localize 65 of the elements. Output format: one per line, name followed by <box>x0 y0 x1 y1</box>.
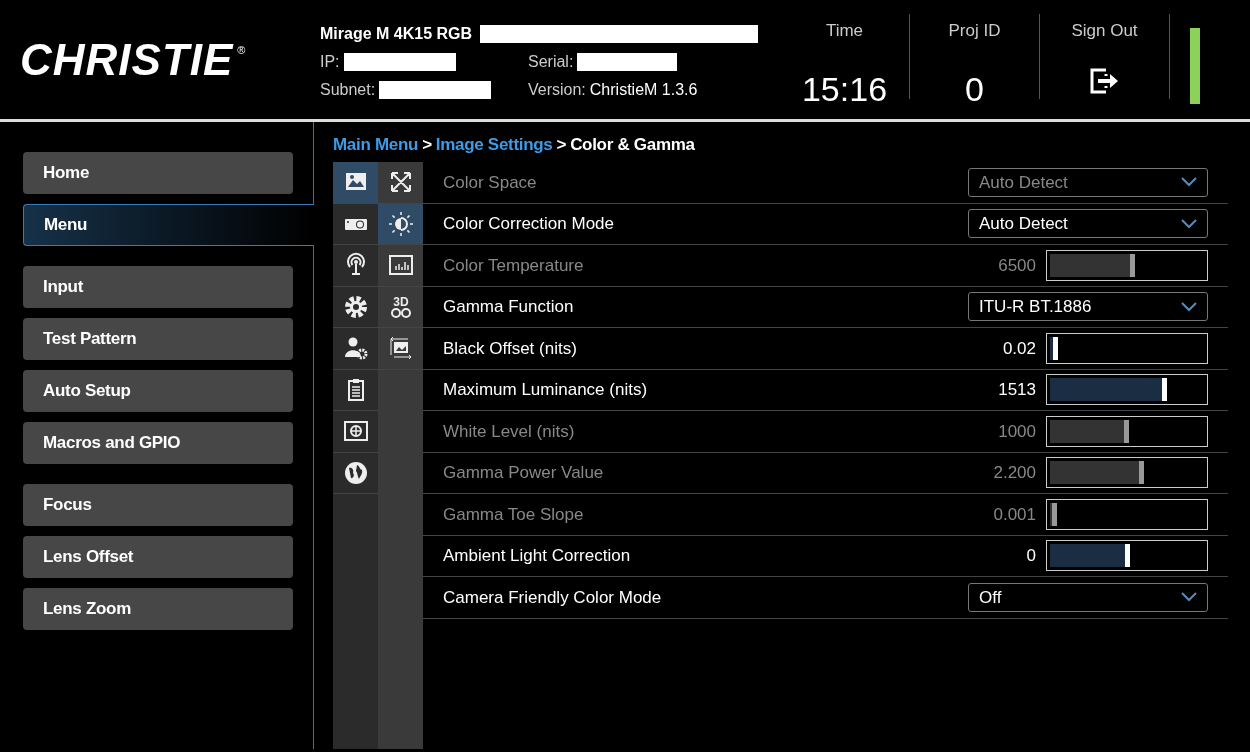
chevron-down-icon <box>1181 592 1197 603</box>
picture-arrows-icon <box>387 335 414 362</box>
slider-track[interactable] <box>1046 374 1208 406</box>
field-label: IP: <box>320 52 340 72</box>
breadcrumb-link[interactable]: Main Menu <box>333 135 419 154</box>
dropdown-field[interactable]: Off <box>968 582 1208 612</box>
setting-label: Camera Friendly Color Mode <box>443 586 663 609</box>
logo: CHRISTIE <box>20 37 234 82</box>
setting-label: Gamma Toe Slope <box>443 503 585 526</box>
slider-track[interactable] <box>1046 332 1208 364</box>
setting-value: 1000 <box>997 420 1036 443</box>
sidebar-item[interactable]: Lens Zoom <box>23 588 293 630</box>
sidebar-item[interactable]: Input <box>23 266 293 308</box>
breadcrumb-link[interactable]: Image Settings <box>435 135 553 154</box>
setting-value: 2.200 <box>992 462 1036 484</box>
setting-label: Color Space <box>443 171 538 194</box>
sign-out-icon <box>1089 67 1120 94</box>
model-name: Mirage M 4K15 RGB <box>320 24 473 44</box>
setting-label: Black Offset (nits) <box>443 337 578 360</box>
chevron-down-icon <box>1181 218 1197 229</box>
sidebar-item[interactable]: Focus <box>23 484 293 526</box>
field-label: Serial: <box>528 52 574 72</box>
setting-value: 1513 <box>997 379 1036 401</box>
sidebar-item[interactable]: Macros and GPIO <box>23 422 293 464</box>
registered-mark: ® <box>237 43 246 58</box>
dropdown-field[interactable]: Auto Detect <box>968 209 1208 239</box>
sidebar-item[interactable]: Menu <box>23 204 314 246</box>
setting-label: Gamma Power Value <box>443 462 605 484</box>
chevron-down-icon <box>1181 177 1197 188</box>
sidebar-item[interactable]: Lens Offset <box>23 536 293 578</box>
stat-value: 15:16 <box>801 68 888 110</box>
dropdown-field[interactable]: ITU-R BT.1886 <box>968 292 1208 322</box>
sidebar-item[interactable]: Home <box>23 152 293 194</box>
gear-icon <box>342 293 369 320</box>
globe-icon <box>342 459 369 486</box>
field-label: Version: <box>528 80 586 100</box>
setting-label: Gamma Function <box>443 296 575 318</box>
stat-label: Time <box>825 20 864 42</box>
sign-out-button[interactable] <box>1089 67 1120 94</box>
stat-label: Proj ID <box>948 20 1001 42</box>
sidebar-item[interactable]: Auto Setup <box>23 370 293 412</box>
field-label: Subnet: <box>320 80 376 100</box>
category-tab[interactable] <box>378 203 423 245</box>
stat-value: 0 <box>965 68 984 110</box>
category-tab[interactable] <box>333 162 378 204</box>
slider-track[interactable] <box>1046 540 1208 572</box>
setting-value: 0.02 <box>1001 337 1036 360</box>
version-value: ChristieM 1.3.6 <box>589 80 698 100</box>
setting-label: Maximum Luminance (nits) <box>443 379 649 401</box>
setting-value: 0.001 <box>992 503 1036 526</box>
setting-label: Ambient Light Correction <box>443 545 632 567</box>
category-tab[interactable]: 3D <box>378 286 423 328</box>
breadcrumb-separator: > <box>556 135 567 154</box>
stat-label: Sign Out <box>1071 20 1138 42</box>
chevron-down-icon <box>1181 301 1197 312</box>
sidebar-item[interactable]: Test Pattern <box>23 318 293 360</box>
breadcrumb-separator: > <box>422 135 432 154</box>
setting-value: 6500 <box>997 254 1036 277</box>
user-gear-icon <box>342 335 369 362</box>
setting-label: White Level (nits) <box>443 420 576 443</box>
setting-value: 0 <box>1025 545 1036 567</box>
breadcrumb-current: Color & Gamma <box>570 135 695 154</box>
setting-label: Color Correction Mode <box>443 213 615 235</box>
brightness-icon <box>387 210 414 237</box>
setting-label: Color Temperature <box>443 254 585 277</box>
